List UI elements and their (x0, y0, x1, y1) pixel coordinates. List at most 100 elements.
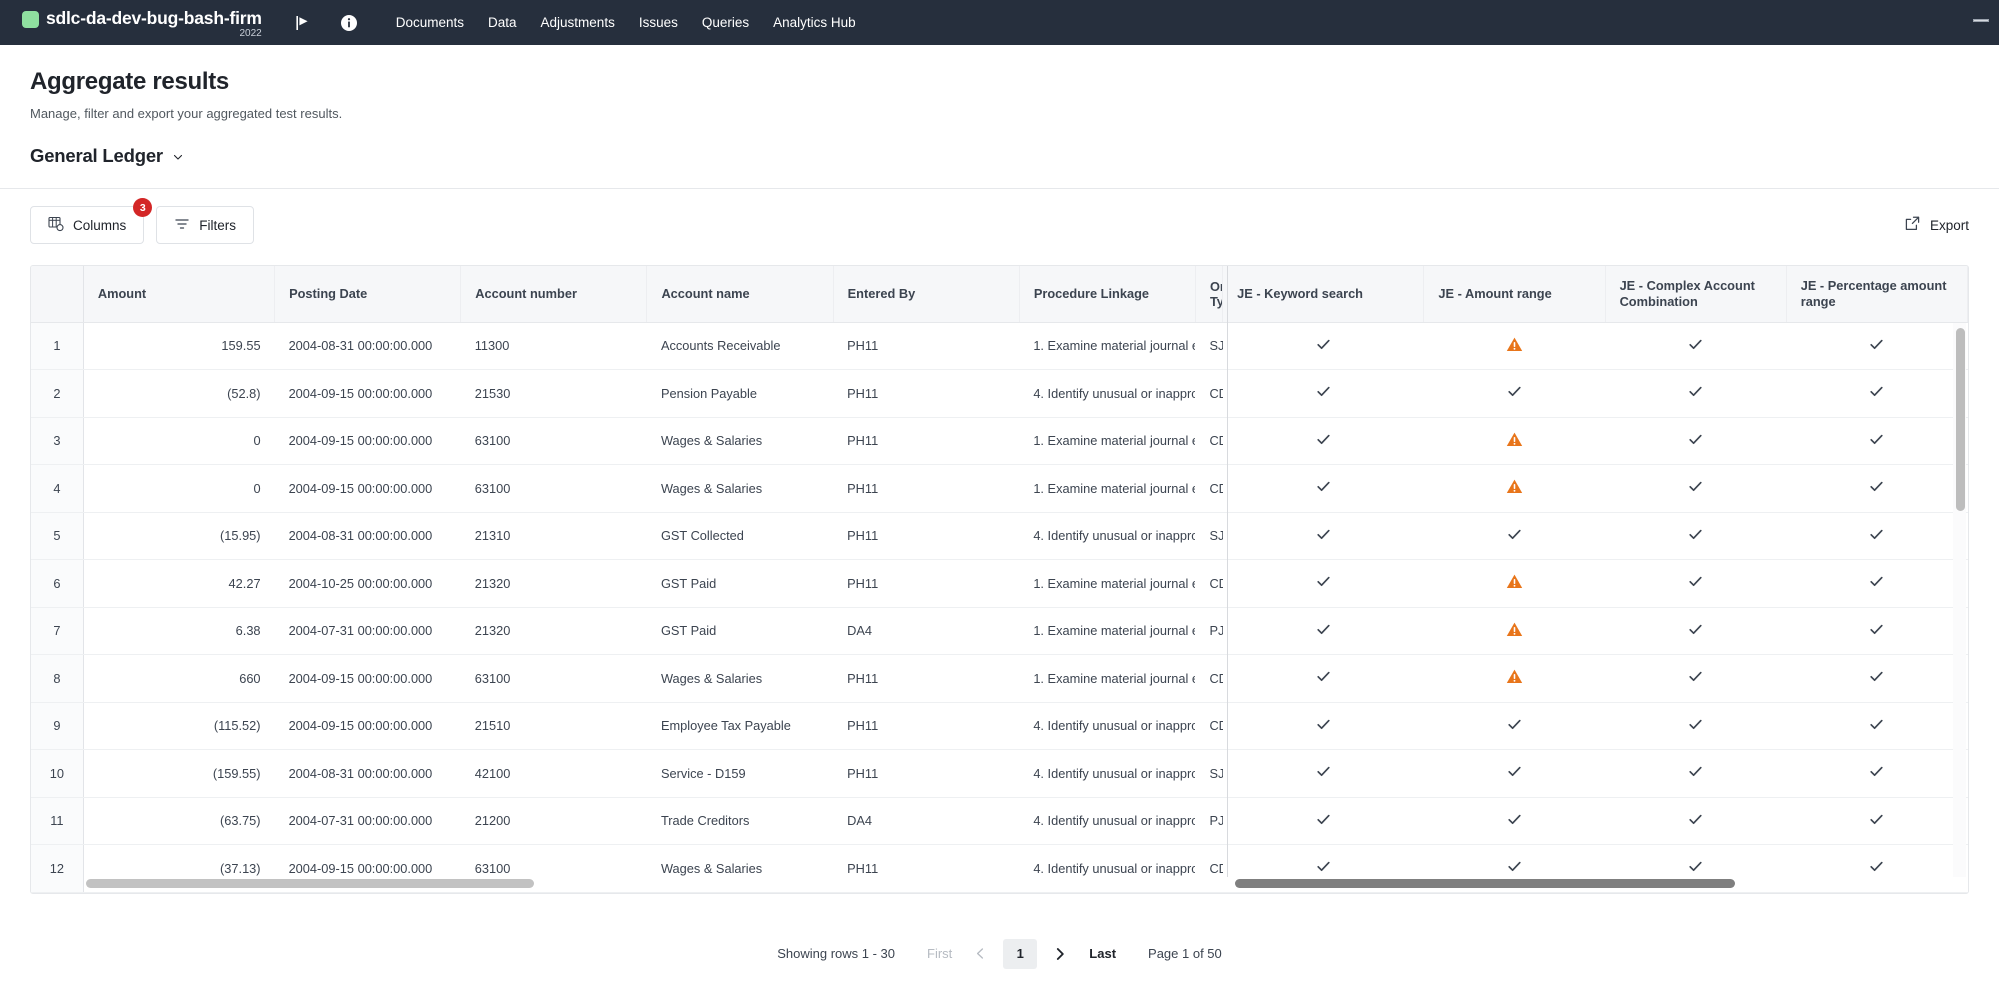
entered-by-cell: PH11 (833, 417, 1019, 465)
flag-icon[interactable] (292, 12, 314, 34)
app-logo-icon (22, 11, 39, 28)
column-header-account-number[interactable]: Account number (461, 266, 647, 322)
table-row[interactable]: 5(15.95)2004-08-31 00:00:00.00021310GST … (31, 512, 1968, 560)
ledger-selector[interactable]: General Ledger (30, 144, 1999, 168)
check-icon (1315, 336, 1332, 356)
posting-date-cell: 2004-09-15 00:00:00.000 (275, 370, 461, 418)
table-row[interactable]: 9(115.52)2004-09-15 00:00:00.00021510Emp… (31, 702, 1968, 750)
chevron-down-icon[interactable] (172, 150, 184, 162)
check-icon (1506, 763, 1523, 783)
nav-link-adjustments[interactable]: Adjustments (541, 14, 615, 32)
page-subtitle: Manage, filter and export your aggregate… (30, 105, 1999, 122)
je-keyword-search-cell (1223, 892, 1424, 894)
column-header-je-amount-range[interactable]: JE - Amount range (1424, 266, 1605, 322)
showing-rows-label: Showing rows 1 - 30 (777, 946, 895, 961)
je-amount-range-cell (1424, 370, 1605, 418)
account-number-cell: 21530 (461, 370, 647, 418)
export-button[interactable]: Export (1904, 215, 1969, 235)
origin-type-cell: CD (1195, 845, 1222, 893)
row-number-cell: 10 (31, 750, 83, 798)
column-header-amount[interactable]: Amount (83, 266, 274, 322)
check-icon (1868, 668, 1885, 688)
ledger-name: General Ledger (30, 144, 163, 168)
table-row[interactable]: 302004-09-15 00:00:00.00063100Wages & Sa… (31, 417, 1968, 465)
info-icon[interactable] (338, 12, 360, 34)
nav-link-analytics-hub[interactable]: Analytics Hub (773, 14, 856, 32)
nav-link-queries[interactable]: Queries (702, 14, 749, 32)
horizontal-scrollbar-thumb-left[interactable] (86, 879, 534, 888)
je-percentage-range-cell (1786, 797, 1967, 845)
je-keyword-search-cell (1223, 797, 1424, 845)
je-keyword-search-cell (1223, 322, 1424, 370)
brand[interactable]: sdlc-da-dev-bug-bash-firm 2022 (22, 7, 262, 39)
row-number-cell: 9 (31, 702, 83, 750)
table-row[interactable]: 86602004-09-15 00:00:00.00063100Wages & … (31, 655, 1968, 703)
table-row[interactable]: 1159.552004-08-31 00:00:00.00011300Accou… (31, 322, 1968, 370)
posting-date-cell: 2004-10-25 00:00:00.000 (275, 560, 461, 608)
je-complex-account-cell (1605, 512, 1786, 560)
origin-type-cell: SJ (1195, 512, 1222, 560)
next-page-button[interactable] (1041, 943, 1079, 965)
window-minimize-button[interactable] (1973, 19, 1989, 22)
nav-link-data[interactable]: Data (488, 14, 517, 32)
je-percentage-range-cell (1786, 845, 1967, 893)
column-header-je-keyword-search[interactable]: JE - Keyword search (1223, 266, 1424, 322)
table-row[interactable]: 10(159.55)2004-08-31 00:00:00.00042100Se… (31, 750, 1968, 798)
warning-icon (1506, 478, 1523, 498)
previous-page-button[interactable] (962, 943, 999, 964)
vertical-scrollbar-thumb[interactable] (1956, 328, 1965, 511)
entered-by-cell: PH11 (833, 845, 1019, 893)
account-number-cell: 21510 (461, 702, 647, 750)
account-name-cell: GST Collected (647, 512, 833, 560)
account-name-cell: Accounts Receivable (647, 322, 833, 370)
amount-cell: (159.55) (83, 750, 274, 798)
origin-type-cell: CD (1195, 370, 1222, 418)
origin-type-cell: CD (1195, 465, 1222, 513)
je-percentage-range-cell (1786, 512, 1967, 560)
table-row[interactable]: 402004-09-15 00:00:00.00063100Wages & Sa… (31, 465, 1968, 513)
check-icon (1687, 383, 1704, 403)
account-name-cell: GST Paid (647, 607, 833, 655)
table-row[interactable]: 11(63.75)2004-07-31 00:00:00.00021200Tra… (31, 797, 1968, 845)
nav-link-documents[interactable]: Documents (396, 14, 464, 32)
check-icon (1315, 858, 1332, 878)
account-name-cell: Employee Tax Payable (647, 702, 833, 750)
je-complex-account-cell (1605, 465, 1786, 513)
check-icon (1687, 811, 1704, 831)
table-row[interactable]: 76.382004-07-31 00:00:00.00021320GST Pai… (31, 607, 1968, 655)
row-number-cell: 2 (31, 370, 83, 418)
filters-button[interactable]: Filters (156, 206, 254, 244)
warning-icon (1506, 621, 1523, 641)
table-row[interactable]: 2(52.8)2004-09-15 00:00:00.00021530Pensi… (31, 370, 1968, 418)
column-header-origin-type[interactable]: OrTyp (1195, 266, 1222, 322)
table-row[interactable]: 1315.952004-08-31 00:00:00.00011300Accou… (31, 892, 1968, 894)
columns-button[interactable]: Columns 3 (30, 206, 144, 244)
column-header-procedure-linkage[interactable]: Procedure Linkage (1019, 266, 1195, 322)
posting-date-cell: 2004-09-15 00:00:00.000 (275, 655, 461, 703)
je-complex-account-cell (1605, 322, 1786, 370)
frozen-column-divider (1227, 266, 1228, 877)
column-header-je-complex-account[interactable]: JE - Complex Account Combination (1605, 266, 1786, 322)
je-amount-range-cell (1424, 417, 1605, 465)
column-header-je-percentage-range[interactable]: JE - Percentage amount range (1786, 266, 1967, 322)
posting-date-cell: 2004-09-15 00:00:00.000 (275, 465, 461, 513)
first-page-button[interactable]: First (917, 940, 962, 967)
column-header-account-name[interactable]: Account name (647, 266, 833, 322)
je-keyword-search-cell (1223, 560, 1424, 608)
column-header-entered-by[interactable]: Entered By (833, 266, 1019, 322)
nav-link-issues[interactable]: Issues (639, 14, 678, 32)
je-amount-range-cell (1424, 512, 1605, 560)
nav-icon-group (292, 12, 360, 34)
column-header-posting-date[interactable]: Posting Date (275, 266, 461, 322)
je-amount-range-cell (1424, 607, 1605, 655)
table-row[interactable]: 642.272004-10-25 00:00:00.00021320GST Pa… (31, 560, 1968, 608)
horizontal-scrollbar-thumb-right[interactable] (1235, 879, 1735, 888)
je-percentage-range-cell (1786, 560, 1967, 608)
last-page-button[interactable]: Last (1079, 940, 1126, 967)
row-number-cell: 13 (31, 892, 83, 894)
check-icon (1687, 858, 1704, 878)
current-page-button[interactable]: 1 (1003, 939, 1037, 969)
amount-cell: 42.27 (83, 560, 274, 608)
procedure-linkage-cell: 1. Examine material journal en (1019, 322, 1195, 370)
check-icon (1315, 478, 1332, 498)
